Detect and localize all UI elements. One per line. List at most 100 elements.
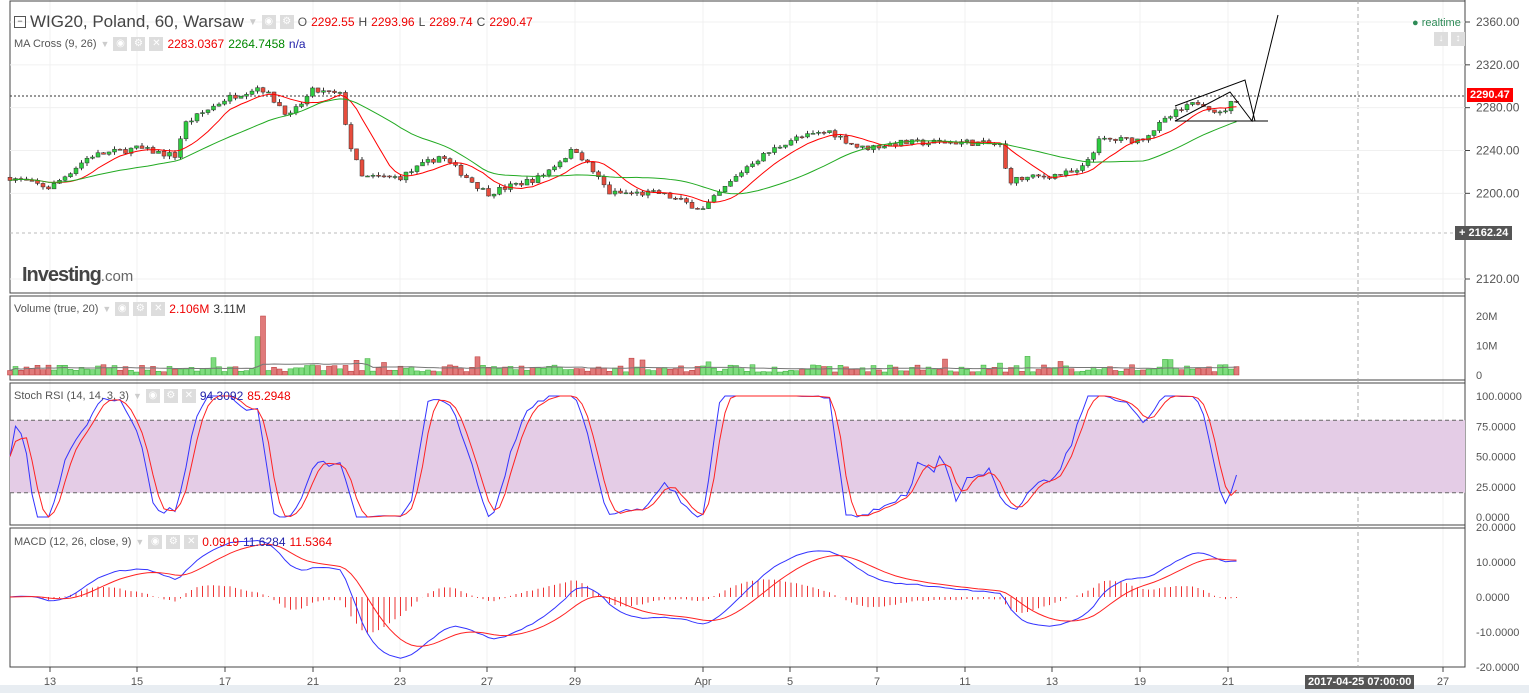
candle [1069, 170, 1074, 173]
candle [1041, 175, 1047, 178]
volume-bar [815, 365, 822, 376]
candle [1063, 170, 1069, 176]
volume-bar [865, 371, 871, 376]
chart-canvas[interactable]: 2360.002320.002280.002240.002200.002120.… [0, 0, 1529, 693]
volume-bar [474, 356, 481, 376]
candle [579, 152, 585, 161]
eye-icon[interactable]: ◉ [148, 535, 163, 549]
time-tick-label: 7 [874, 676, 880, 688]
candle [183, 121, 189, 140]
candle [436, 156, 442, 163]
volume-bar [1167, 359, 1174, 376]
candle [898, 139, 904, 147]
gear-icon[interactable]: ⚙ [133, 302, 148, 316]
volume-bar [584, 370, 591, 376]
volume-bar [760, 371, 767, 376]
volume-bar [914, 364, 921, 376]
chevron-down-icon[interactable]: ▼ [248, 17, 258, 28]
ma-label[interactable]: MA Cross (9, 26) [14, 38, 97, 50]
volume-bar [744, 371, 750, 376]
macd-tick-label: 10.0000 [1476, 557, 1516, 569]
candle [425, 159, 431, 163]
collapse-icon[interactable]: − [14, 16, 26, 28]
volume-label[interactable]: Volume (true, 20) [14, 303, 98, 315]
close-icon[interactable]: ✕ [181, 389, 196, 403]
volume-bar [485, 367, 492, 376]
candle [1025, 176, 1030, 181]
volume-bar [419, 371, 426, 376]
candle [568, 149, 574, 159]
volume-bar [722, 368, 728, 376]
candle [282, 105, 288, 115]
candle [964, 139, 970, 142]
volume-bar [1002, 371, 1009, 376]
last-price-tag: 2290.47 [1467, 88, 1513, 102]
candle [706, 202, 711, 209]
candle [409, 171, 414, 173]
eye-icon[interactable]: ◉ [113, 37, 128, 51]
candle [211, 105, 216, 111]
volume-bar [337, 368, 343, 376]
volume-bar [1123, 368, 1130, 376]
volume-bar [1145, 368, 1152, 376]
volume-bar [628, 357, 635, 376]
candle [90, 156, 95, 159]
volume-bar [1035, 369, 1042, 376]
volume-bar [1162, 359, 1168, 376]
macd-legend: MACD (12, 26, close, 9) ▼ ◉ ⚙ ✕ 0.0919 11.62… [14, 535, 332, 549]
gear-icon[interactable]: ⚙ [131, 37, 146, 51]
chevron-down-icon[interactable]: ▼ [135, 537, 144, 547]
volume-bar [183, 368, 189, 376]
chevron-down-icon[interactable]: ▼ [102, 304, 111, 314]
candle [744, 166, 750, 173]
candle [161, 150, 167, 157]
candle [1058, 174, 1063, 176]
candle [233, 94, 238, 99]
time-tick-label: 23 [394, 676, 406, 688]
close-icon[interactable]: ✕ [184, 535, 199, 549]
stoch-label[interactable]: Stoch RSI (14, 14, 3, 3) [14, 390, 129, 402]
volume-bar [298, 367, 305, 376]
candle [849, 142, 854, 145]
gear-icon[interactable]: ⚙ [163, 389, 178, 403]
volume-legend: Volume (true, 20) ▼ ◉ ⚙ ✕ 2.106M 3.11M [14, 302, 246, 316]
symbol-title[interactable]: WIG20, Poland, 60, Warsaw [30, 12, 244, 32]
volume-bar [920, 369, 926, 376]
eye-icon[interactable]: ◉ [115, 302, 130, 316]
chevron-down-icon[interactable]: ▼ [101, 39, 110, 49]
volume-bar [903, 370, 910, 376]
candle [810, 133, 816, 135]
volume-bar [557, 367, 563, 376]
eye-icon[interactable]: ◉ [261, 15, 276, 29]
volume-bar [34, 365, 41, 376]
volume-bar [623, 371, 629, 376]
volume-bar [1228, 368, 1234, 376]
candle [40, 183, 46, 188]
price-tick-label: 2280.00 [1476, 101, 1520, 115]
arrows-vertical-icon[interactable]: ↕ [1451, 32, 1465, 46]
arrow-down-icon[interactable]: ↓ [1434, 32, 1448, 46]
candle [1124, 137, 1129, 139]
candle [733, 176, 739, 182]
close-icon[interactable]: ✕ [151, 302, 166, 316]
candle [101, 152, 106, 155]
candle [612, 190, 618, 195]
gear-icon[interactable]: ⚙ [279, 15, 294, 29]
gear-icon[interactable]: ⚙ [166, 535, 181, 549]
candle [491, 193, 497, 197]
volume-bar [1233, 366, 1240, 376]
volume-bar [7, 370, 13, 376]
candle [805, 133, 810, 138]
close-icon[interactable]: ✕ [149, 37, 164, 51]
volume-bar [727, 364, 734, 376]
macd-label[interactable]: MACD (12, 26, close, 9) [14, 536, 131, 548]
eye-icon[interactable]: ◉ [145, 389, 160, 403]
chevron-down-icon[interactable]: ▼ [133, 391, 142, 401]
candle [200, 112, 205, 114]
high-value: 2293.96 [371, 15, 415, 29]
volume-bar [199, 368, 206, 376]
volume-bar [106, 367, 112, 376]
macd-hist-value: 0.0919 [202, 535, 239, 549]
candle [1179, 109, 1184, 111]
candle [370, 175, 376, 177]
